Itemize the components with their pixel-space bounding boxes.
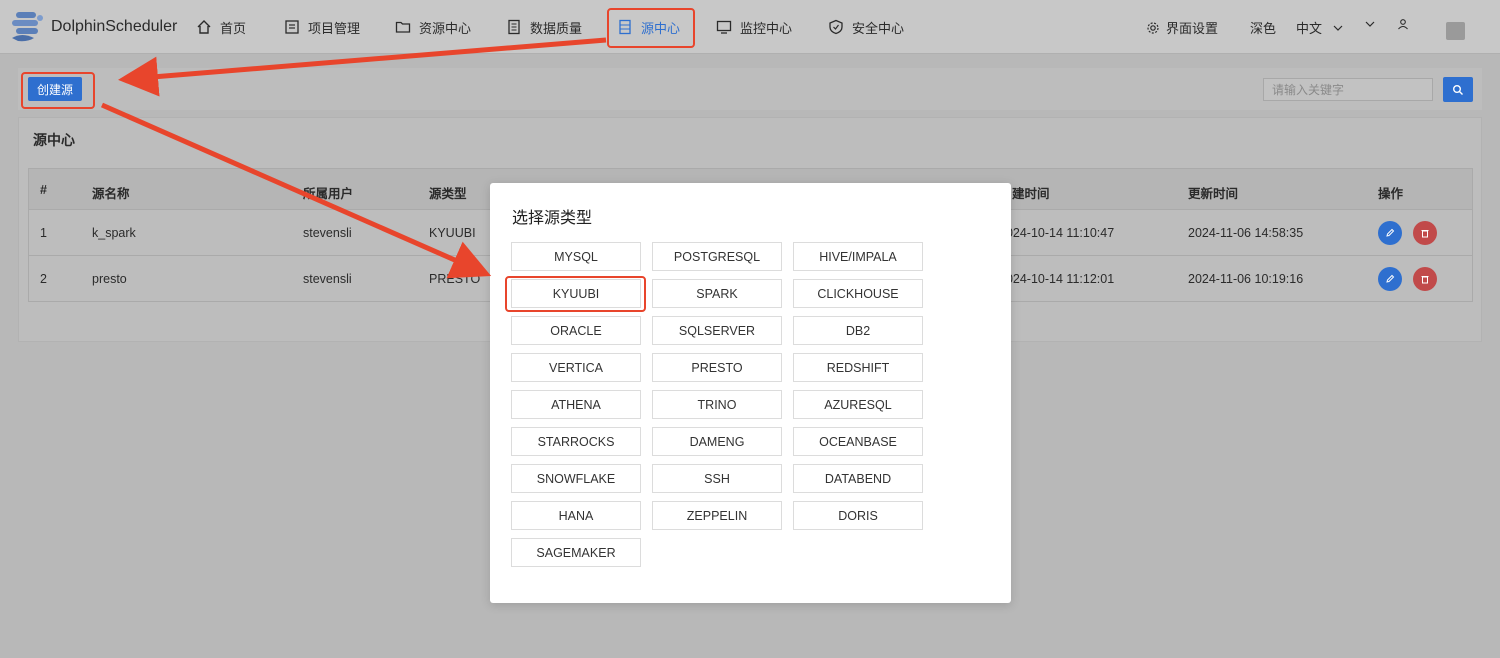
- theme-label: 深色: [1250, 21, 1277, 36]
- monitor-icon: [716, 20, 732, 34]
- pencil-icon: [1386, 274, 1395, 283]
- nav-security[interactable]: 安全中心: [828, 17, 904, 37]
- user-menu[interactable]: [1397, 18, 1409, 30]
- user-icon: [1398, 19, 1408, 30]
- ds-type-sqlserver[interactable]: SQLSERVER: [652, 316, 782, 345]
- nav-home[interactable]: 首页: [196, 17, 246, 37]
- ds-type-db2[interactable]: DB2: [793, 316, 923, 345]
- row-index: 1: [40, 226, 47, 240]
- project-icon: [285, 20, 299, 34]
- row-type: KYUUBI: [429, 226, 476, 240]
- ds-type-spark[interactable]: SPARK: [652, 279, 782, 308]
- ds-type-hive-impala[interactable]: HIVE/IMPALA: [793, 242, 923, 271]
- ds-type-postgresql[interactable]: POSTGRESQL: [652, 242, 782, 271]
- trash-icon: [1421, 276, 1429, 284]
- row-created: 2024-10-14 11:12:01: [999, 272, 1115, 286]
- col-updated: 更新时间: [1188, 187, 1239, 201]
- ds-type-athena[interactable]: ATHENA: [511, 390, 641, 419]
- col-actions: 操作: [1378, 187, 1404, 201]
- ds-type-doris[interactable]: DORIS: [793, 501, 923, 530]
- ds-type-sagemaker[interactable]: SAGEMAKER: [511, 538, 641, 567]
- delete-button[interactable]: [1413, 267, 1437, 291]
- nav-projects-label: 项目管理: [308, 20, 361, 36]
- theme-toggle[interactable]: 深色: [1250, 18, 1276, 37]
- edit-button[interactable]: [1378, 221, 1402, 245]
- nav-data-quality-label: 数据质量: [530, 20, 583, 36]
- ds-type-hana[interactable]: HANA: [511, 501, 641, 530]
- nav-monitor[interactable]: 监控中心: [716, 17, 792, 37]
- datasource-icon: [619, 19, 631, 35]
- brand-name: DolphinScheduler: [51, 18, 178, 35]
- ds-type-kyuubi[interactable]: KYUUBI: [511, 279, 641, 308]
- row-index: 2: [40, 272, 47, 286]
- nav-resources[interactable]: 资源中心: [395, 17, 471, 37]
- row-name: presto: [92, 272, 127, 286]
- delete-button[interactable]: [1413, 221, 1437, 245]
- row-created: 2024-10-14 11:10:47: [999, 226, 1115, 240]
- ds-type-redshift[interactable]: REDSHIFT: [793, 353, 923, 382]
- col-type: 源类型: [429, 187, 467, 201]
- nav-datasource-label: 源中心: [641, 20, 681, 36]
- ui-settings-button[interactable]: 界面设置: [1146, 18, 1218, 37]
- ds-type-zeppelin[interactable]: ZEPPELIN: [652, 501, 782, 530]
- avatar[interactable]: [1446, 22, 1465, 40]
- nav-monitor-label: 监控中心: [740, 20, 793, 36]
- create-datasource-button[interactable]: 创建源: [28, 77, 82, 101]
- nav-projects[interactable]: 项目管理: [284, 17, 360, 37]
- ds-type-starrocks[interactable]: STARROCKS: [511, 427, 641, 456]
- trash-icon: [1421, 230, 1429, 238]
- card-title: 源中心: [33, 132, 75, 148]
- row-user: stevensli: [303, 226, 352, 240]
- ds-type-vertica[interactable]: VERTICA: [511, 353, 641, 382]
- home-icon: [197, 20, 211, 34]
- col-name: 源名称: [92, 187, 130, 201]
- col-index: #: [40, 183, 47, 197]
- quality-icon: [508, 19, 520, 35]
- nav-datasource[interactable]: 源中心: [617, 17, 680, 37]
- nav-security-label: 安全中心: [852, 20, 905, 36]
- ds-type-presto[interactable]: PRESTO: [652, 353, 782, 382]
- ds-type-snowflake[interactable]: SNOWFLAKE: [511, 464, 641, 493]
- row-type: PRESTO: [429, 272, 481, 286]
- search-icon: [1453, 84, 1463, 95]
- search-input[interactable]: [1263, 78, 1433, 101]
- col-created: 建时间: [1012, 187, 1050, 201]
- nav-resources-label: 资源中心: [419, 20, 472, 36]
- ds-type-ssh[interactable]: SSH: [652, 464, 782, 493]
- row-updated: 2024-11-06 14:58:35: [1188, 226, 1304, 240]
- modal-title: 选择源类型: [512, 210, 593, 227]
- ds-type-mysql[interactable]: MYSQL: [511, 242, 641, 271]
- ui-settings-label: 界面设置: [1166, 21, 1219, 36]
- ds-type-oracle[interactable]: ORACLE: [511, 316, 641, 345]
- edit-button[interactable]: [1378, 267, 1402, 291]
- chevron-down-icon: [1333, 25, 1343, 31]
- shield-icon: [829, 19, 843, 35]
- chevron-down-icon: [1365, 21, 1375, 27]
- pencil-icon: [1386, 228, 1395, 237]
- row-user: stevensli: [303, 272, 352, 286]
- row-updated: 2024-11-06 10:19:16: [1188, 272, 1304, 286]
- ds-type-dameng[interactable]: DAMENG: [652, 427, 782, 456]
- ds-type-oceanbase[interactable]: OCEANBASE: [793, 427, 923, 456]
- ds-type-clickhouse[interactable]: CLICKHOUSE: [793, 279, 923, 308]
- ds-type-azuresql[interactable]: AZURESQL: [793, 390, 923, 419]
- nav-data-quality[interactable]: 数据质量: [506, 17, 582, 37]
- language-label: 中文: [1296, 21, 1323, 36]
- folder-icon: [395, 21, 411, 33]
- search-button[interactable]: [1443, 77, 1473, 102]
- extra-dropdown[interactable]: [1364, 18, 1376, 30]
- nav-home-label: 首页: [220, 20, 247, 36]
- ds-type-databend[interactable]: DATABEND: [793, 464, 923, 493]
- ds-type-trino[interactable]: TRINO: [652, 390, 782, 419]
- dolphinscheduler-logo-icon: [12, 12, 43, 42]
- gear-icon: [1147, 21, 1159, 34]
- col-user: 所属用户: [303, 187, 354, 201]
- row-name: k_spark: [92, 226, 136, 240]
- language-dropdown[interactable]: 中文: [1296, 18, 1344, 37]
